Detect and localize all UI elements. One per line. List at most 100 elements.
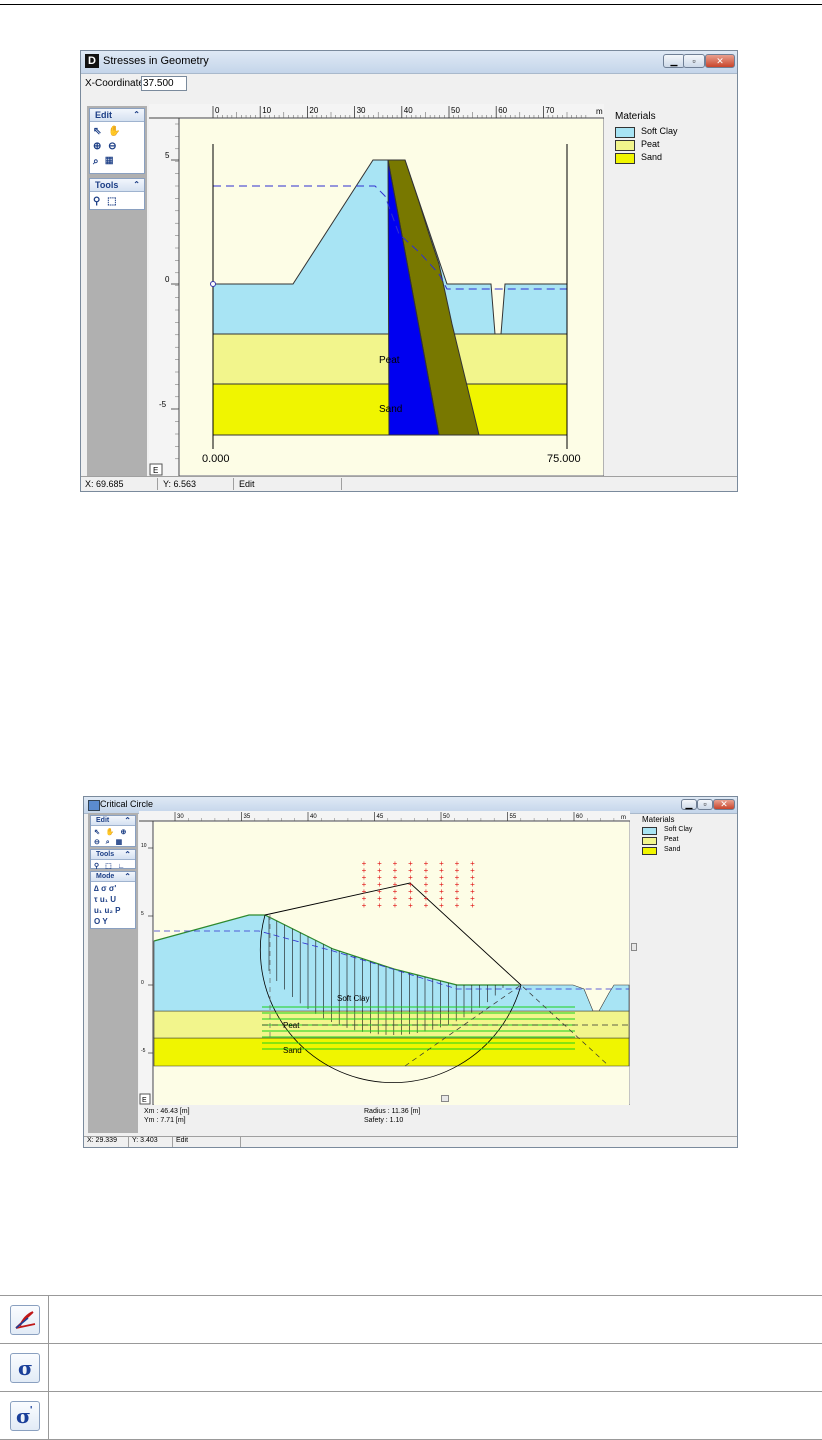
slip-circle-icon[interactable]: ∆ xyxy=(94,884,99,893)
legend-label: Sand xyxy=(664,846,681,853)
y-tick-label: -5 xyxy=(141,1048,146,1054)
tools-icons[interactable]: ⚲ ⬚ xyxy=(90,192,144,211)
mode-u[interactable]: U xyxy=(110,895,116,904)
y-tick-label: 0 xyxy=(141,980,144,986)
collapse-icon[interactable]: ⌃ xyxy=(124,872,131,881)
y-tick-label: 5 xyxy=(165,151,170,160)
critical-circle-canvas[interactable]: 30 35 40 45 50 55 60 1050-5 m ++++++++++++++++… xyxy=(139,811,630,1105)
legend-item: Peat xyxy=(642,836,732,846)
ruler-unit: m xyxy=(621,815,626,821)
collapse-icon[interactable]: ⌃ xyxy=(124,816,131,825)
collapse-icon[interactable]: ⌃ xyxy=(124,850,131,859)
layer-label-sand: Sand xyxy=(283,1046,302,1055)
x-tick-label: 0 xyxy=(215,106,220,115)
total-stress-sigma-icon: σ xyxy=(10,1353,40,1383)
ruler-left xyxy=(139,811,153,1105)
legend-label: Peat xyxy=(641,139,660,149)
scroll-thumb[interactable] xyxy=(631,943,637,951)
edit-group: Edit ⌃ ⇖ ✋ ⊕ ⊖ ⌕ ▦ xyxy=(90,815,136,847)
legend-item: Sand xyxy=(615,152,725,165)
close-button[interactable]: ✕ xyxy=(713,799,735,810)
tools-group-title: Tools xyxy=(95,180,119,190)
edit-tools[interactable]: ⇖ ✋ ⊕ ⊖ ⌕ ▦ xyxy=(90,122,144,171)
svg-text:+: + xyxy=(393,901,398,910)
x-tick-label: 30 xyxy=(177,814,184,820)
status-y: Y: 6.563 xyxy=(163,479,197,489)
y-tick-label: 0 xyxy=(165,275,170,284)
collapse-icon[interactable]: ⌃ xyxy=(133,109,140,121)
collapse-icon[interactable]: ⌃ xyxy=(133,179,140,191)
mode-o[interactable]: O xyxy=(94,917,100,926)
x-coordinate-label: X-Coordinate xyxy=(85,78,144,89)
status-bar: X: 29.339 Y: 3.403 Edit xyxy=(84,1136,737,1147)
tools-group: Tools ⌃ ⚲ ⬚ ∟ xyxy=(90,849,136,870)
legend-label: Soft Clay xyxy=(641,126,678,136)
horizontal-scrollbar[interactable] xyxy=(139,1095,630,1103)
status-mode: Edit xyxy=(239,479,255,489)
minimize-button[interactable]: ▁ xyxy=(663,54,685,68)
table-row: σ xyxy=(0,1344,822,1392)
legend-item: Soft Clay xyxy=(642,826,732,836)
tools-group-title: Tools xyxy=(96,851,115,858)
mode-p[interactable]: P xyxy=(115,906,120,915)
mode-buttons[interactable]: ∆ σ σ' τ u₁ U u₁ u₂ P O Y xyxy=(91,882,135,928)
x-tick-label: 35 xyxy=(244,814,251,820)
edit-tools[interactable]: ⇖ ✋ ⊕ ⊖ ⌕ ▦ xyxy=(91,826,135,850)
x-tick-label: 55 xyxy=(510,814,517,820)
materials-legend: Materials Soft Clay Peat Sand xyxy=(642,815,732,856)
maximize-button[interactable]: ▫ xyxy=(683,54,705,68)
ruler-top xyxy=(139,811,630,821)
result-safety: Safety : 1.10 xyxy=(364,1117,404,1124)
results-panel: Xm : 46.43 [m] Ym : 7.71 [m] xyxy=(144,1107,190,1125)
mode-u1[interactable]: u₁ xyxy=(100,895,108,904)
x-tick-label: 20 xyxy=(309,106,318,115)
scroll-thumb[interactable] xyxy=(441,1095,449,1102)
legend-label: Sand xyxy=(641,152,663,162)
legend-label: Soft Clay xyxy=(664,826,693,833)
mode-sigma[interactable]: σ xyxy=(101,884,106,893)
legend-title: Materials xyxy=(642,815,675,824)
app-logo-icon: D xyxy=(85,54,99,68)
mode-tau[interactable]: τ xyxy=(94,895,98,904)
point-marker[interactable] xyxy=(210,281,216,287)
mode-sigma-prime[interactable]: σ' xyxy=(109,884,116,893)
materials-legend: Materials Soft Clay Peat Sand xyxy=(615,111,725,165)
maximize-button[interactable]: ▫ xyxy=(697,799,713,810)
status-x: X: 29.339 xyxy=(87,1137,117,1144)
svg-text:+: + xyxy=(377,901,382,910)
svg-text:+: + xyxy=(424,901,429,910)
status-bar: X: 69.685 Y: 6.563 Edit xyxy=(81,476,737,491)
svg-text:+: + xyxy=(439,901,444,910)
status-y: Y: 3.403 xyxy=(132,1137,158,1144)
mode-icon-table: σ σ ' xyxy=(0,1295,822,1440)
svg-text:σ: σ xyxy=(16,1404,31,1428)
legend-swatch xyxy=(642,827,657,835)
x-coordinate-input[interactable] xyxy=(141,76,187,91)
slip-circle-icon xyxy=(10,1305,40,1335)
close-button[interactable]: ✕ xyxy=(705,54,735,68)
geometry-canvas[interactable]: 0 10 20 30 40 50 60 70 50-5 m Peat Sand 0.000 7… xyxy=(149,104,604,476)
mode-u1b[interactable]: u₁ xyxy=(94,906,102,915)
result-xm: Xm : 46.43 [m] xyxy=(144,1108,190,1115)
x-tick-label: 40 xyxy=(310,814,317,820)
svg-text:': ' xyxy=(30,1405,32,1416)
sand-layer xyxy=(153,1037,630,1067)
mode-group-title: Mode xyxy=(96,873,115,880)
legend-title: Materials xyxy=(615,111,656,122)
stresses-in-geometry-window: D Stresses in Geometry ▁ ▫ ✕ X-Coordinat… xyxy=(80,50,738,492)
mode-y[interactable]: Y xyxy=(102,917,107,926)
minimize-button[interactable]: ▁ xyxy=(681,799,697,810)
tools-group: Tools ⌃ ⚲ ⬚ xyxy=(89,178,145,210)
title-bar: D Stresses in Geometry ▁ ▫ ✕ xyxy=(81,51,737,74)
svg-text:σ: σ xyxy=(18,1356,33,1380)
legend-swatch xyxy=(615,127,635,138)
svg-text:+: + xyxy=(408,901,413,910)
x-tick-label: 50 xyxy=(443,814,450,820)
status-mode: Edit xyxy=(176,1137,189,1144)
svg-text:+: + xyxy=(455,901,460,910)
vertical-scrollbar[interactable] xyxy=(630,821,638,1105)
x-tick-label: 30 xyxy=(357,106,366,115)
mode-u2[interactable]: u₂ xyxy=(104,906,112,915)
edit-group: Edit ⌃ ⇖ ✋ ⊕ ⊖ ⌕ ▦ xyxy=(89,108,145,174)
table-row xyxy=(0,1295,822,1344)
